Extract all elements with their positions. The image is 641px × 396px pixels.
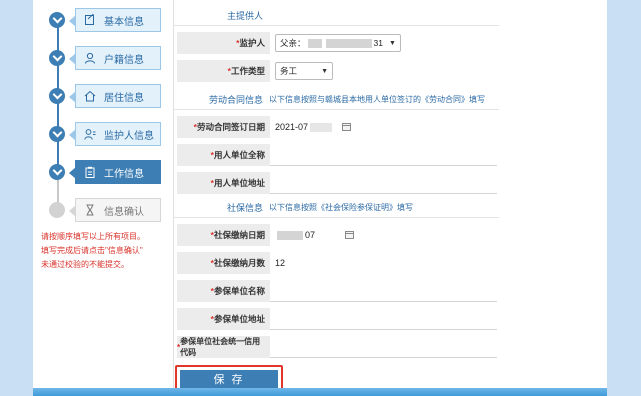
work-type-select[interactable]: 务工 ▼ — [275, 62, 333, 80]
social-section-header: 社保信息 以下信息按照《社会保险参保证明》填写 — [173, 198, 499, 218]
section-desc: 以下信息按照与赣城县本地用人单位签订的《劳动合同》填写 — [269, 95, 485, 104]
step-label: 信息确认 — [104, 206, 144, 218]
select-value: 务工 — [280, 66, 298, 76]
redacted-text — [277, 230, 303, 240]
field-label: * 劳动合同签订日期 — [177, 116, 270, 138]
check-icon — [49, 126, 65, 142]
work-info-form: 主提供人 * 监护人 父亲： 31 ▼ * 工作类型 务工 ▼ 劳动合同信息 以下信… — [173, 0, 607, 396]
redacted-text — [310, 122, 333, 132]
employer-address-row: * 用人单位地址 — [177, 172, 497, 194]
guardian-row: * 监护人 父亲： 31 ▼ — [177, 32, 497, 54]
chevron-down-icon: ▼ — [388, 39, 396, 47]
hint-line: 请按顺序填写以上所有项目。 — [41, 232, 145, 241]
insured-address-row: * 参保单位地址 — [177, 308, 497, 330]
check-icon — [49, 88, 65, 104]
hourglass-icon — [86, 204, 94, 216]
field-label: * 用人单位地址 — [177, 172, 270, 194]
clipboard-icon — [85, 166, 95, 178]
field-label: * 参保单位名称 — [177, 280, 270, 302]
guardian-select[interactable]: 父亲： 31 ▼ — [275, 34, 401, 52]
work-type-row: * 工作类型 务工 ▼ — [177, 60, 497, 82]
check-icon — [49, 164, 65, 180]
check-icon — [49, 12, 65, 28]
step-confirm-info[interactable]: 信息确认 — [49, 198, 167, 222]
hint-line: 填写完成后请点击"信息确认" — [41, 246, 143, 255]
main-provider-header: 主提供人 — [173, 6, 499, 26]
pay-months-input[interactable]: 12 — [270, 252, 497, 274]
section-title: 社保信息 — [226, 203, 263, 213]
input-value: 07 — [305, 230, 316, 240]
step-residence-info[interactable]: 居住信息 — [49, 84, 167, 108]
calendar-icon[interactable] — [342, 123, 352, 131]
guardian-icon — [84, 129, 96, 140]
field-label: * 用人单位全称 — [177, 144, 270, 166]
field-label: * 参保单位社会统一信用代码 — [177, 336, 270, 358]
contract-section-header: 劳动合同信息 以下信息按照与赣城县本地用人单位签订的《劳动合同》填写 — [173, 90, 499, 110]
step-household-info[interactable]: 户籍信息 — [49, 46, 167, 70]
chevron-down-icon: ▼ — [321, 67, 328, 75]
field-label: * 社保缴纳月数 — [177, 252, 270, 274]
field-label: * 监护人 — [177, 32, 270, 54]
redacted-text — [307, 38, 322, 48]
section-title: 主提供人 — [226, 11, 263, 21]
step-sidebar: 基本信息 户籍信息 居住信息 监护人信息 工作信息 信息确认 请按顺序填写以上所… — [33, 0, 167, 396]
employer-address-input[interactable] — [270, 172, 497, 194]
home-icon — [84, 90, 96, 102]
footer-bar — [33, 388, 607, 396]
credit-code-row: * 参保单位社会统一信用代码 — [177, 336, 497, 358]
person-icon — [85, 52, 95, 64]
step-label: 户籍信息 — [104, 54, 144, 66]
section-desc: 以下信息按照《社会保险参保证明》填写 — [269, 203, 413, 212]
step-label: 工作信息 — [104, 168, 144, 180]
select-value: 父亲： — [280, 38, 306, 48]
check-icon — [49, 50, 65, 66]
pending-dot-icon — [49, 202, 65, 218]
step-label: 监护人信息 — [104, 130, 154, 142]
pay-date-input[interactable]: 07 — [270, 224, 497, 246]
calendar-icon[interactable] — [345, 231, 355, 239]
input-value: 12 — [275, 258, 286, 268]
step-basic-info[interactable]: 基本信息 — [49, 8, 167, 32]
contract-date-input[interactable]: 2021-07 — [270, 116, 497, 138]
save-button[interactable]: 保 存 — [180, 370, 278, 388]
step-label: 居住信息 — [104, 92, 144, 104]
edit-icon — [85, 14, 95, 25]
select-value: 31 — [373, 38, 383, 48]
insured-name-input[interactable] — [270, 280, 497, 302]
section-title: 劳动合同信息 — [208, 95, 263, 105]
step-work-info[interactable]: 工作信息 — [49, 160, 167, 184]
insured-address-input[interactable] — [270, 308, 497, 330]
pay-months-row: * 社保缴纳月数 12 — [177, 252, 497, 274]
contract-date-row: * 劳动合同签订日期 2021-07 — [177, 116, 497, 138]
redacted-text — [325, 38, 372, 48]
employer-name-input[interactable] — [270, 144, 497, 166]
fill-instructions: 请按顺序填写以上所有项目。 填写完成后请点击"信息确认" 未通过校验的不能提交。 — [41, 230, 171, 272]
input-value: 2021-07 — [275, 122, 309, 132]
step-guardian-info[interactable]: 监护人信息 — [49, 122, 167, 146]
credit-code-input[interactable] — [270, 336, 497, 358]
field-label: * 参保单位地址 — [177, 308, 270, 330]
field-label: * 社保缴纳日期 — [177, 224, 270, 246]
pay-date-row: * 社保缴纳日期 07 — [177, 224, 497, 246]
field-label: * 工作类型 — [177, 60, 270, 82]
step-label: 基本信息 — [104, 16, 144, 28]
insured-name-row: * 参保单位名称 — [177, 280, 497, 302]
hint-line: 未通过校验的不能提交。 — [41, 260, 129, 269]
employer-name-row: * 用人单位全称 — [177, 144, 497, 166]
